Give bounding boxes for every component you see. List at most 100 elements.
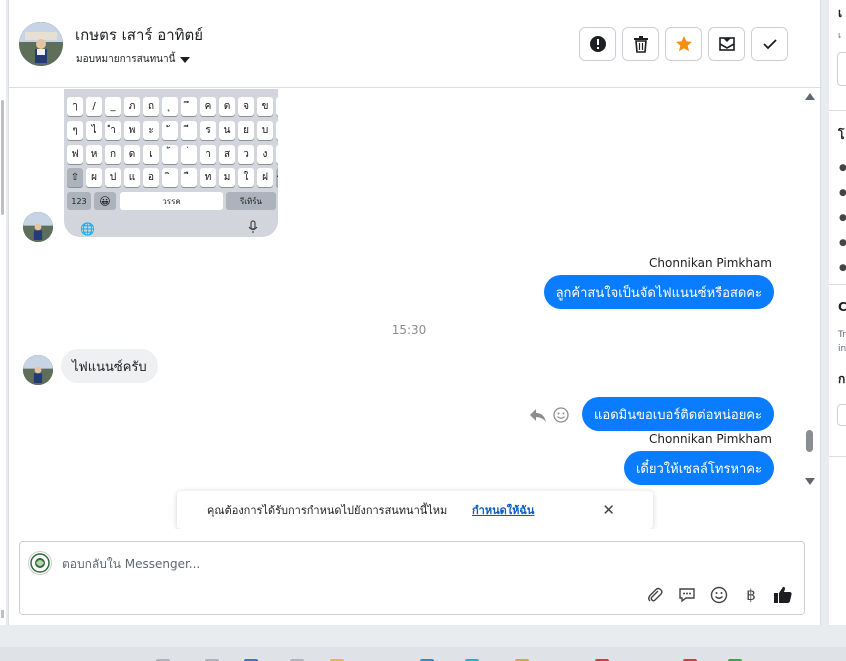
panel-text: in: [838, 344, 846, 354]
message-timestamp: 15:30: [391, 323, 427, 337]
banner-text: คุณต้องการได้รับการกำหนดไปยังการสนทนานี้…: [207, 504, 448, 517]
conversation-header: เกษตร เสาร์ อาทิตย์ มอบหมายการสนทนานี้: [9, 0, 822, 88]
panel-text: C: [838, 300, 846, 314]
exclamation-circle-icon: [589, 36, 606, 52]
key: ฝ: [257, 168, 273, 187]
outgoing-message[interactable]: แอดมินขอเบอร์ติดต่อหน่อยคะ: [582, 397, 774, 431]
panel-text: ก: [838, 372, 846, 386]
key: น: [219, 121, 235, 140]
shift-key: ⇧: [67, 168, 83, 187]
mark-unread-button[interactable]: [708, 27, 745, 61]
key: จ: [238, 97, 254, 116]
panel-text: โ: [838, 128, 845, 142]
react-emoji-icon[interactable]: [553, 407, 569, 423]
key: ฟ: [67, 145, 83, 164]
assign-to-me-banner: คุณต้องการได้รับการกำหนดไปยังการสนทนานี้…: [177, 491, 653, 529]
key: ุ: [162, 97, 178, 116]
contact-avatar[interactable]: [19, 22, 63, 66]
reply-composer: ฿: [19, 541, 805, 615]
message-thread[interactable]: ๅ / _ ภ ถ ุ ึ ค ต จ ข ช ๆ ไ ำ พ ะ ั ี: [9, 89, 822, 529]
saved-reply-icon[interactable]: [676, 584, 698, 606]
backspace-key: ⌫: [276, 168, 278, 187]
space-key: วรรค: [120, 192, 223, 210]
key: ห: [86, 145, 102, 164]
assign-label: มอบหมายการสนทนานี้: [76, 54, 176, 65]
paperclip-icon[interactable]: [644, 584, 666, 606]
key: ข: [257, 97, 273, 116]
thread-scrollbar[interactable]: [804, 89, 816, 489]
conversation-panel: เกษตร เสาร์ อาทิตย์ มอบหมายการสนทนานี้ ๅ…: [8, 0, 822, 625]
keyboard-row: ๆ ไ ำ พ ะ ั ี ร น ย บ ล: [67, 121, 278, 140]
trash-icon: [633, 36, 648, 53]
microphone-icon: [248, 220, 258, 233]
key: เ: [143, 145, 159, 164]
assign-conversation-dropdown[interactable]: มอบหมายการสนทนานี้: [76, 52, 191, 67]
assign-to-me-link[interactable]: กำหนดให้ฉัน: [472, 501, 534, 519]
reply-input[interactable]: [62, 555, 662, 573]
scroll-down-arrow-icon[interactable]: [805, 478, 815, 485]
panel-divider: [829, 456, 846, 457]
incoming-message[interactable]: ไฟแนนซ์ครับ: [61, 349, 158, 383]
key: ๅ: [67, 97, 83, 116]
key: ง: [257, 145, 273, 164]
key: ้: [162, 145, 178, 164]
key: ั: [162, 121, 178, 140]
composer-tools: ฿: [644, 584, 794, 606]
emoji-icon[interactable]: [708, 584, 730, 606]
close-icon[interactable]: ✕: [602, 501, 615, 519]
reply-icon[interactable]: [529, 407, 547, 423]
panel-select[interactable]: [837, 404, 846, 426]
key: แ: [124, 168, 140, 187]
mark-done-button[interactable]: [751, 27, 788, 61]
left-scroll-thumb[interactable]: [1, 100, 4, 215]
scroll-up-arrow-icon[interactable]: [805, 93, 815, 100]
left-edge-scrollbar[interactable]: [0, 0, 6, 625]
key: /: [86, 97, 102, 116]
key: ี: [181, 121, 197, 140]
shared-image-thai-keyboard[interactable]: ๅ / _ ภ ถ ุ ึ ค ต จ ข ช ๆ ไ ำ พ ะ ั ี: [64, 89, 278, 237]
envelope-icon: [718, 37, 735, 51]
key: ่: [181, 145, 197, 164]
key: บ: [257, 121, 273, 140]
panel-text: เ: [838, 6, 843, 20]
panel-input-box[interactable]: [837, 52, 846, 86]
scroll-thumb[interactable]: [806, 430, 813, 452]
mark-spam-button[interactable]: [579, 27, 616, 61]
return-key: รีเทิร์น: [226, 192, 276, 210]
panel-text: Tr: [838, 330, 846, 340]
key: า: [200, 145, 216, 164]
key: ล: [276, 121, 278, 140]
keyboard-row: ⇧ ผ ป แ อ ิ ื ท ม ใ ฝ ⌫: [67, 168, 278, 187]
key: ถ: [143, 97, 159, 116]
key: ื: [181, 168, 197, 187]
header-actions: [579, 27, 788, 61]
contact-name: เกษตร เสาร์ อาทิตย์: [75, 26, 204, 44]
emoji-key: 😀: [94, 192, 116, 210]
key: ช: [276, 97, 278, 116]
key: ฃ: [276, 145, 278, 164]
keyboard-row: ๅ / _ ภ ถ ุ ึ ค ต จ ข ช: [67, 97, 278, 116]
key: ก: [105, 145, 121, 164]
key: ป: [105, 168, 121, 187]
key: ภ: [124, 97, 140, 116]
delete-button[interactable]: [622, 27, 659, 61]
baht-icon[interactable]: ฿: [740, 584, 762, 606]
page-avatar: [28, 551, 52, 575]
globe-icon: 🌐: [80, 222, 95, 236]
panel-divider: [829, 110, 846, 111]
sender-name: Chonnikan Pimkham: [649, 256, 772, 270]
key: ด: [124, 145, 140, 164]
contact-avatar-small[interactable]: [23, 212, 53, 242]
contact-avatar-small[interactable]: [23, 355, 53, 385]
key: ส: [219, 145, 235, 164]
outgoing-message[interactable]: เดี๋ยวให้เซลล์โทรหาคะ: [623, 451, 774, 485]
key: ร: [200, 121, 216, 140]
key: ๆ: [67, 121, 83, 140]
outgoing-message[interactable]: ลูกค้าสนใจเป็นจัดไฟแนนซ์หรือสดคะ: [543, 275, 774, 309]
thumbs-up-icon[interactable]: [772, 584, 794, 606]
star-button[interactable]: [665, 27, 702, 61]
star-icon: [675, 36, 692, 52]
key: _: [105, 97, 121, 116]
key: ไ: [86, 121, 102, 140]
key: ใ: [238, 168, 254, 187]
